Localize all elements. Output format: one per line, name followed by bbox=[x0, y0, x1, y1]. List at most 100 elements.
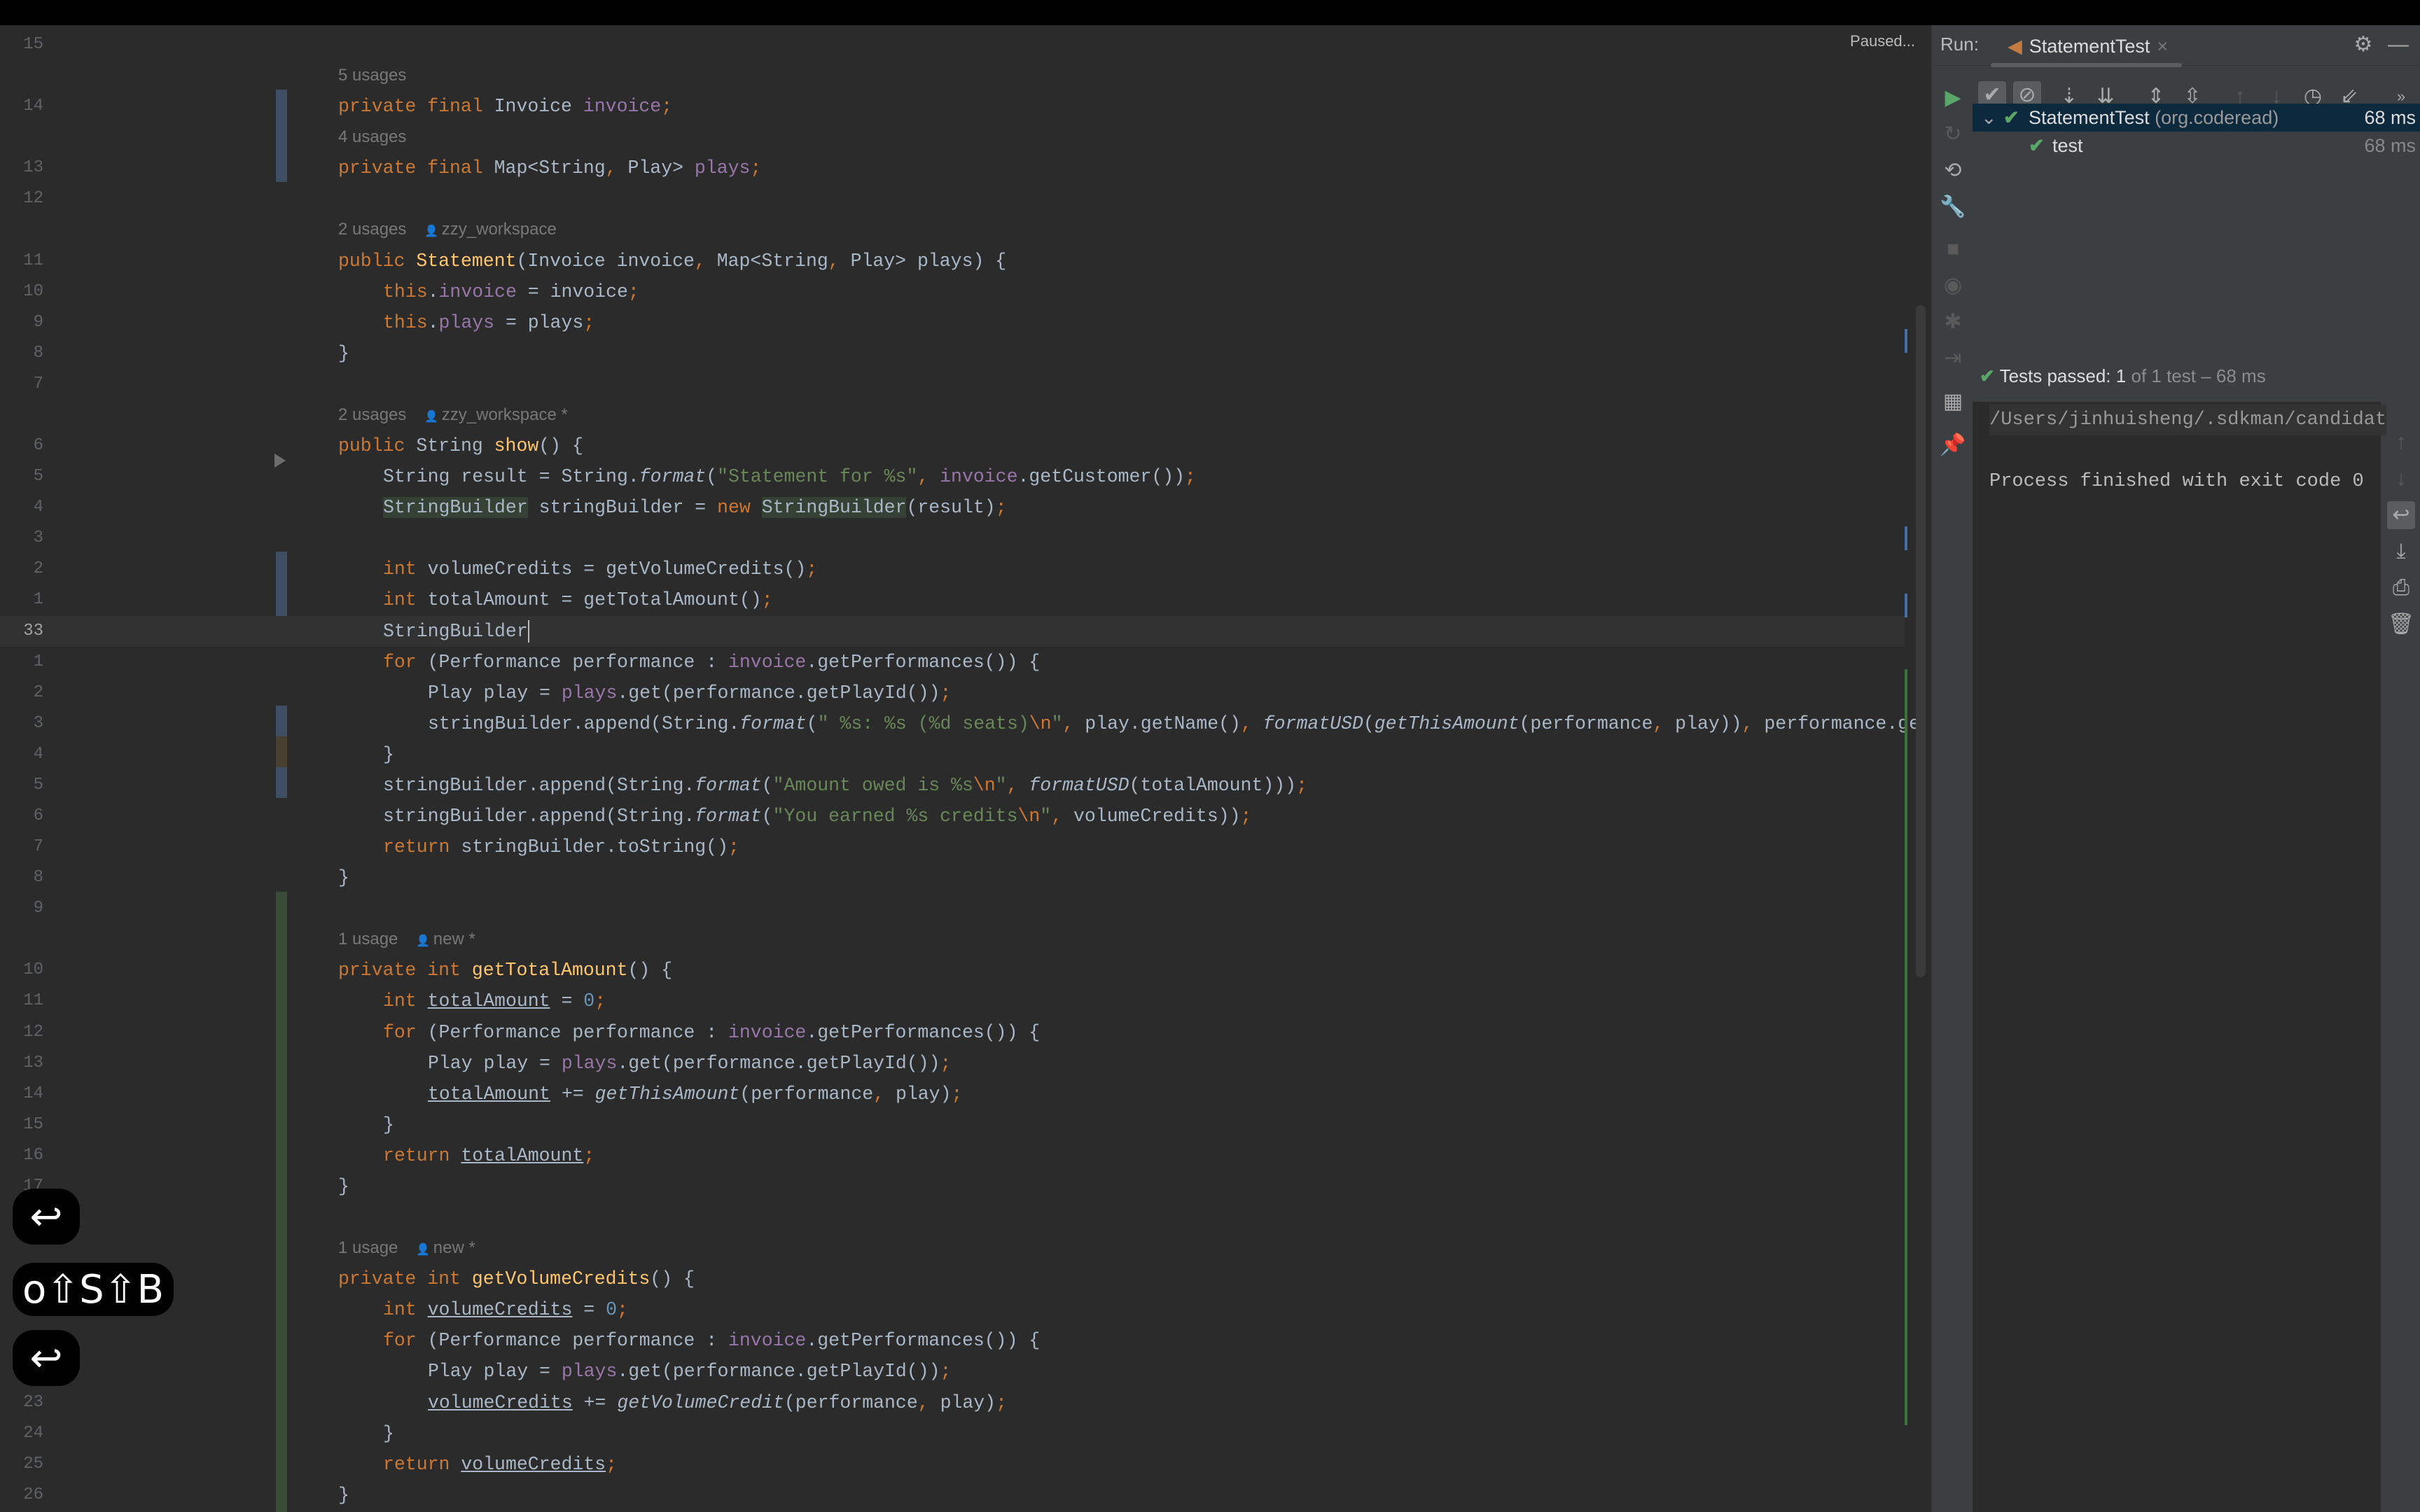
pin-icon[interactable]: 📌 bbox=[1939, 431, 1967, 459]
code-token: ; bbox=[761, 589, 773, 611]
test-duration: 68 ms bbox=[2364, 135, 2416, 156]
code-token: invoice bbox=[583, 96, 662, 118]
code-token: , bbox=[1062, 713, 1085, 734]
error-stripe-mark bbox=[1905, 329, 1907, 353]
line-number: 26 bbox=[23, 1485, 43, 1504]
code-vision-hint[interactable]: 2 usages 👤 zzy_workspace * bbox=[0, 400, 1905, 430]
line-number: 13 bbox=[23, 1053, 43, 1072]
code-token: totalAmount = getTotalAmount() bbox=[427, 589, 762, 611]
soft-wrap-icon[interactable]: ↩ bbox=[2387, 501, 2415, 529]
test-tree-item[interactable]: ✔ test 68 ms bbox=[1973, 132, 2420, 160]
code-line: 1 int totalAmount = getTotalAmount(); bbox=[0, 584, 1905, 615]
code-token: \n bbox=[973, 774, 996, 796]
run-tool-window: Run: ◀ StatementTest × ⚙ — ▶ ↻ ⟲ 🔧 ■ ◉ ✱… bbox=[1931, 25, 2420, 1512]
code-token: Statement bbox=[416, 250, 517, 272]
tab-statement-test[interactable]: ◀ StatementTest × bbox=[1991, 31, 2183, 67]
code-token: show bbox=[494, 435, 539, 457]
code-vision-hint[interactable]: 4 usages bbox=[0, 122, 1905, 153]
usages-link[interactable]: 2 usages bbox=[338, 220, 406, 239]
code-token: , bbox=[694, 250, 717, 272]
test-tree[interactable]: ⌄ ✔ StatementTest (org.coderead) 68 ms ✔… bbox=[1973, 104, 2420, 384]
line-number: 5 bbox=[33, 467, 43, 486]
wrench-icon[interactable]: 🔧 bbox=[1939, 193, 1967, 221]
code-vision-hint[interactable]: 1 usage 👤 new * bbox=[0, 924, 1905, 955]
close-icon[interactable]: × bbox=[2157, 36, 2168, 57]
code-token: } bbox=[383, 743, 394, 765]
code-line: 26} bbox=[0, 1480, 1905, 1511]
code-vision-hint[interactable]: 1 usage 👤 new * bbox=[0, 1233, 1905, 1264]
code-token: ; bbox=[661, 96, 673, 118]
author-label: new * bbox=[433, 1238, 475, 1258]
status-detail: of 1 test – 68 ms bbox=[2131, 365, 2266, 386]
test-name: StatementTest bbox=[2029, 107, 2150, 128]
code-line: 23 volumeCredits += getVolumeCredit(perfo… bbox=[0, 1387, 1905, 1418]
test-duration: 68 ms bbox=[2364, 107, 2416, 128]
test-tree-item[interactable]: ⌄ ✔ StatementTest (org.coderead) 68 ms bbox=[1973, 104, 2420, 132]
code-token: , bbox=[1051, 806, 1073, 827]
code-token: (result) bbox=[906, 497, 996, 519]
code-token: StringBuilder bbox=[383, 620, 528, 642]
code-vision-hint[interactable]: 5 usages bbox=[0, 60, 1905, 91]
code-token: String result = String. bbox=[383, 466, 639, 488]
code-editor[interactable]: 15 5 usages 14 private final Invoice invoic… bbox=[0, 25, 1931, 1512]
line-number: 8 bbox=[33, 343, 43, 363]
line-number: 3 bbox=[33, 713, 43, 733]
code-line: 10 private int getTotalAmount() { bbox=[0, 955, 1905, 986]
usages-link[interactable]: 5 usages bbox=[338, 66, 406, 85]
code-token: formatUSD bbox=[1263, 713, 1363, 734]
test-status: ✔ Tests passed: 1 of 1 test – 68 ms bbox=[1980, 365, 2266, 387]
line-number: 14 bbox=[23, 97, 43, 116]
usages-link[interactable]: 1 usage bbox=[338, 1238, 398, 1257]
usages-link[interactable]: 4 usages bbox=[338, 127, 406, 146]
line-number: 23 bbox=[23, 1392, 43, 1412]
code-line: 5 String result = String.format("Statemen… bbox=[0, 461, 1905, 492]
code-token: .getPerformances()) { bbox=[806, 1021, 1041, 1043]
layout-icon[interactable]: ▦ bbox=[1939, 388, 1967, 416]
debug-icon: ✱ bbox=[1944, 310, 1962, 333]
code-token: " bbox=[1040, 806, 1052, 827]
code-token: ; bbox=[940, 1361, 952, 1382]
code-token: += bbox=[572, 1392, 618, 1413]
error-stripe-mark bbox=[1905, 594, 1907, 617]
run-label: Run: bbox=[1940, 34, 1979, 55]
code-token: (performance bbox=[1519, 713, 1653, 734]
minimize-icon[interactable]: — bbox=[2384, 31, 2412, 59]
code-token: } bbox=[383, 1422, 394, 1444]
console-line: Process finished with exit code 0 bbox=[1989, 471, 2364, 492]
tab-label: StatementTest bbox=[2029, 35, 2150, 57]
trash-icon[interactable]: 🗑 bbox=[2387, 610, 2415, 638]
code-token: () { bbox=[538, 435, 583, 457]
code-line: 13 private final Map<String, Play> plays; bbox=[0, 153, 1905, 183]
code-token: Play play = bbox=[428, 1361, 562, 1382]
code-token: , bbox=[917, 1392, 940, 1413]
line-number: 15 bbox=[23, 35, 43, 54]
code-token: performance.ge bbox=[1764, 713, 1921, 734]
code-vision-hint[interactable]: 2 usages 👤 zzy_workspace bbox=[0, 214, 1905, 245]
line-number: 5 bbox=[33, 775, 43, 794]
code-token: ; bbox=[996, 1392, 1007, 1413]
code-token: format bbox=[639, 466, 707, 488]
scroll-to-end-icon[interactable]: ⤓ bbox=[2387, 538, 2415, 566]
import-icon: ⇥ bbox=[1944, 346, 1962, 370]
console-output[interactable]: /Users/jinhuisheng/.sdkman/candidat Proc… bbox=[1973, 402, 2387, 1512]
code-token: ; bbox=[606, 1453, 617, 1475]
code-token: .getPerformances()) { bbox=[806, 1330, 1041, 1352]
check-icon: ✔ bbox=[2029, 135, 2045, 156]
usages-link[interactable]: 1 usage bbox=[338, 930, 398, 948]
gear-icon[interactable]: ⚙ bbox=[2349, 31, 2377, 59]
code-token: (Performance performance : bbox=[427, 1021, 728, 1043]
usages-link[interactable]: 2 usages bbox=[338, 405, 406, 424]
scroll-up-icon: ↑ bbox=[2395, 430, 2407, 454]
rerun-icon[interactable]: ▶ bbox=[1939, 84, 1967, 112]
code-token: public bbox=[338, 435, 417, 457]
print-icon[interactable]: ⎙ bbox=[2387, 574, 2415, 602]
editor-scrollbar[interactable] bbox=[1916, 305, 1926, 977]
code-token: formatUSD bbox=[1029, 774, 1129, 796]
line-number: 4 bbox=[33, 744, 43, 764]
chevron-down-icon[interactable]: ⌄ bbox=[1981, 104, 1997, 132]
line-number: 6 bbox=[33, 806, 43, 825]
code-token: } bbox=[338, 1484, 349, 1506]
code-token: ; bbox=[583, 312, 595, 333]
toggle-auto-test-icon[interactable]: ⟲ bbox=[1939, 157, 1967, 185]
test-config-icon: ◀ bbox=[2008, 35, 2022, 57]
